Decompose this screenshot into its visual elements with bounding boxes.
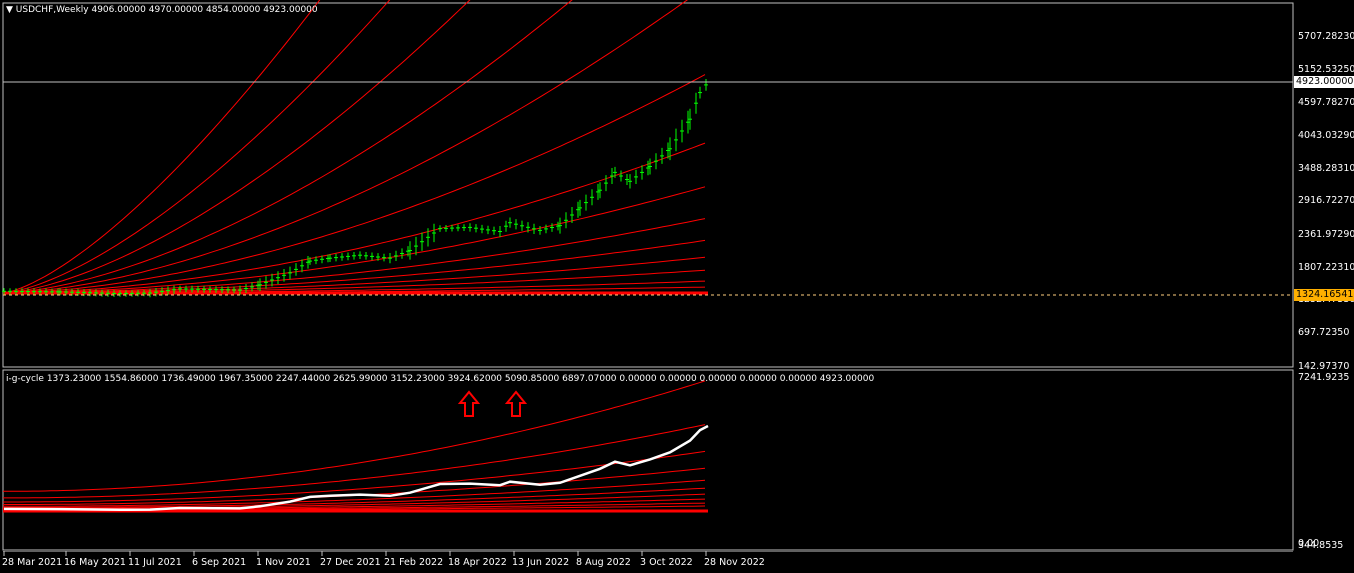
time-label: 16 May 2021 [64,557,126,568]
price-label: 2916.72270 [1298,195,1354,206]
main-header-text: USDCHF,Weekly 4906.00000 4970.00000 4854… [15,5,318,15]
time-label: 27 Dec 2021 [320,557,381,568]
main-chart-frame [2,2,1294,368]
time-label: 1 Nov 2021 [256,557,311,568]
up-arrow-icon [505,390,527,417]
price-label: 4043.03290 [1298,130,1354,141]
indicator-header: i-g-cycle 1373.23000 1554.86000 1736.490… [6,374,875,384]
indicator-chart[interactable] [0,368,1354,551]
price-label: 5707.28230 [1298,31,1354,42]
time-label: 6 Sep 2021 [192,557,247,568]
time-label: 13 Jun 2022 [512,557,570,568]
indicator-bottom-label-b: 344.8535 [1298,540,1344,551]
level-price-tag: 1324.16541 [1294,289,1354,301]
price-label: 3488.28310 [1298,163,1354,174]
up-arrow-icon [458,390,480,417]
main-header: ▼ USDCHF,Weekly 4906.00000 4970.00000 48… [6,5,318,15]
time-label: 21 Feb 2022 [384,557,444,568]
collapse-arrow-icon[interactable]: ▼ [6,5,13,15]
price-label: 5152.53250 [1298,64,1354,75]
time-label: 3 Oct 2022 [640,557,693,568]
price-label: 2361.97290 [1298,229,1354,240]
current-price-tag: 4923.00000 [1294,76,1354,88]
time-label: 11 Jul 2021 [128,557,182,568]
indicator-top-label: 7241.9235 [1298,372,1350,383]
price-label: 4597.78270 [1298,97,1354,108]
time-label: 28 Nov 2022 [704,557,765,568]
time-label: 28 Mar 2021 [2,557,63,568]
price-label: 697.72350 [1298,327,1350,338]
main-price-chart[interactable] [0,0,1354,368]
time-label: 8 Aug 2022 [576,557,631,568]
price-label: 1807.22310 [1298,262,1354,273]
time-label: 18 Apr 2022 [448,557,507,568]
